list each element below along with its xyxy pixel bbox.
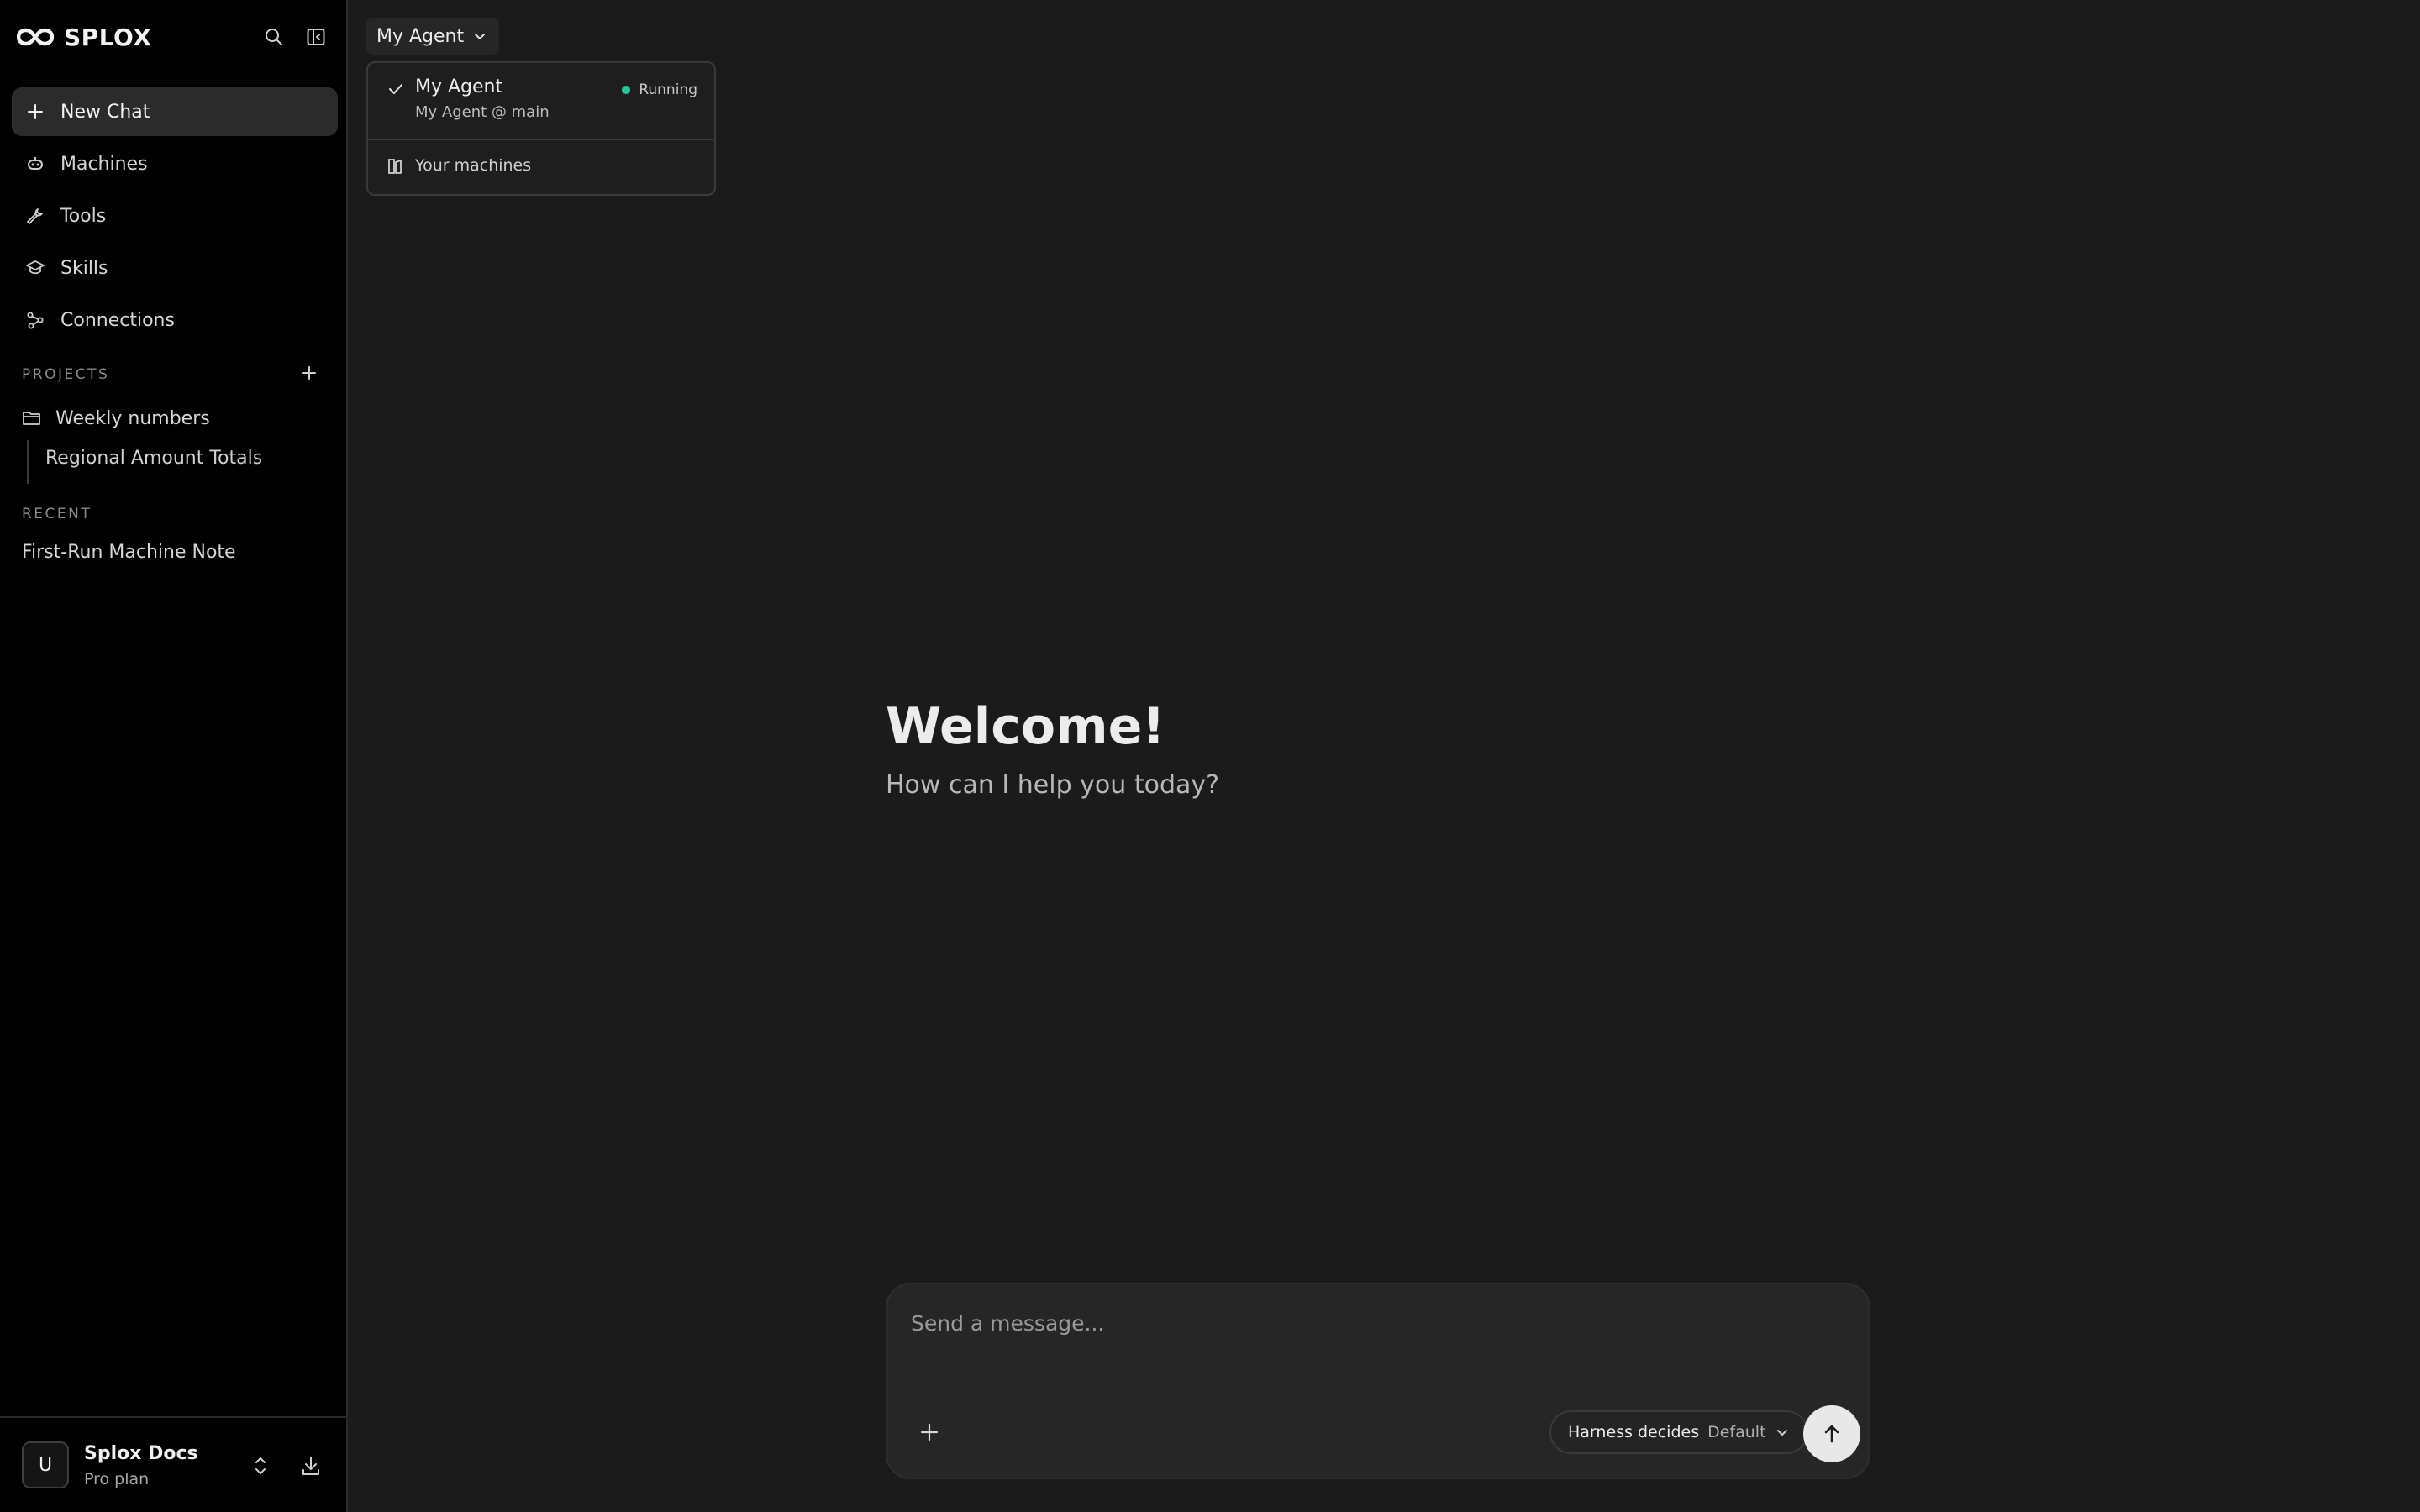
add-project-button[interactable] — [299, 363, 319, 383]
arrow-up-icon — [1824, 1425, 1839, 1443]
splox-logo-icon — [17, 28, 54, 46]
new-chat-button[interactable]: New Chat — [12, 87, 338, 136]
chevron-up-down-icon — [255, 1457, 266, 1474]
search-icon — [266, 29, 282, 45]
folder-icon — [23, 412, 40, 425]
account-name: Splox Docs — [84, 1443, 198, 1464]
app-root: SPLOX New Chat Machines Tools Skills Con… — [0, 0, 2420, 1512]
chevron-down-icon — [1776, 1430, 1787, 1436]
account-switcher-button[interactable] — [249, 1453, 272, 1478]
account-footer: U Splox Docs Pro plan — [0, 1416, 348, 1512]
sidebar-nav: New Chat Machines Tools Skills Connectio… — [12, 87, 338, 348]
attach-button[interactable] — [918, 1420, 941, 1444]
check-icon — [389, 84, 402, 94]
sidebar-item-skills[interactable]: Skills — [12, 244, 338, 292]
harness-value: Default — [1707, 1423, 1766, 1441]
status-text: Running — [639, 81, 697, 98]
account-plan: Pro plan — [84, 1470, 150, 1488]
send-button[interactable] — [1803, 1405, 1860, 1462]
tree-line — [27, 440, 29, 484]
plus-icon — [302, 366, 316, 380]
agent-dropdown-menu: My Agent My Agent @ main Running Your ma… — [366, 61, 716, 196]
agent-selector-label: My Agent — [376, 25, 465, 47]
sidebar-top-actions — [262, 22, 328, 52]
toggle-sidebar-button[interactable] — [304, 22, 328, 52]
avatar[interactable]: U — [22, 1441, 69, 1488]
menu-divider — [368, 139, 714, 140]
plus-icon — [25, 102, 45, 122]
harness-label: Harness decides — [1568, 1423, 1700, 1441]
plus-icon — [920, 1423, 939, 1441]
recent-chat-item[interactable]: First-Run Machine Note — [22, 542, 236, 563]
download-icon — [302, 1457, 319, 1475]
harness-model-select[interactable]: Harness decides Default — [1549, 1410, 1808, 1454]
projects-section-label: PROJECTS — [22, 366, 110, 383]
agent-selector-button[interactable]: My Agent — [366, 18, 500, 55]
welcome-subtitle: How can I help you today? — [886, 770, 1220, 800]
robot-icon — [25, 154, 45, 174]
status-dot-icon — [622, 86, 631, 94]
server-icon — [388, 159, 402, 174]
recent-section-label: RECENT — [22, 506, 92, 522]
sidebar-toggle-icon — [307, 29, 325, 45]
sidebar-item-tools[interactable]: Tools — [12, 192, 338, 240]
nav-label-skills: Skills — [60, 257, 108, 279]
welcome-title: Welcome! — [886, 697, 1165, 756]
chat-regional-amount-totals[interactable]: Regional Amount Totals — [45, 448, 262, 469]
your-machines-menu-item[interactable]: Your machines — [415, 156, 531, 175]
sidebar-item-connections[interactable]: Connections — [12, 296, 338, 344]
wrench-icon — [25, 206, 45, 226]
project-name: Weekly numbers — [55, 407, 210, 429]
nav-label-new-chat: New Chat — [60, 101, 150, 123]
graduation-cap-icon — [25, 258, 45, 278]
chevron-down-icon — [475, 34, 486, 39]
agent-option-subtitle: My Agent @ main — [415, 103, 550, 121]
agent-option-name[interactable]: My Agent — [415, 76, 502, 97]
status-badge: Running — [622, 81, 697, 98]
connections-icon — [25, 310, 45, 330]
nav-label-machines: Machines — [60, 153, 148, 175]
message-input[interactable] — [911, 1306, 1835, 1340]
download-button[interactable] — [299, 1453, 323, 1478]
search-button[interactable] — [262, 22, 286, 52]
sidebar-item-machines[interactable]: Machines — [12, 139, 338, 188]
nav-label-tools: Tools — [60, 205, 107, 227]
brand[interactable]: SPLOX — [17, 22, 151, 52]
brand-name: SPLOX — [64, 23, 152, 51]
nav-label-connections: Connections — [60, 309, 175, 331]
project-weekly-numbers[interactable]: Weekly numbers — [22, 403, 210, 433]
message-composer: Harness decides Default — [886, 1283, 1870, 1479]
sidebar: SPLOX New Chat Machines Tools Skills Con… — [0, 0, 348, 1512]
